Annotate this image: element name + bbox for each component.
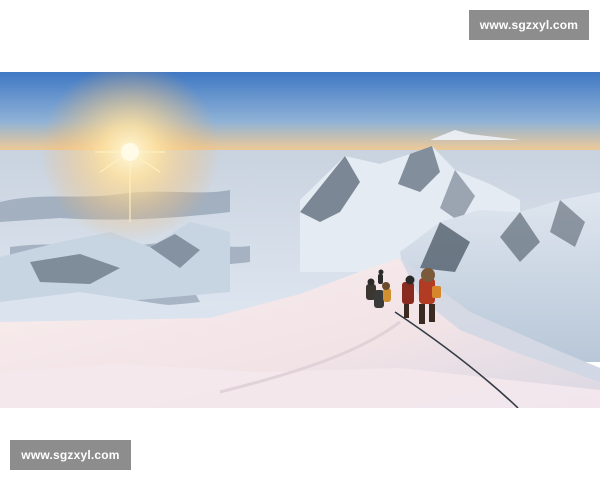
watermark-top: www.sgzxyl.com bbox=[469, 10, 589, 40]
mountain-sunrise-photo bbox=[0, 72, 600, 408]
watermark-bottom: www.sgzxyl.com bbox=[10, 440, 131, 470]
sun bbox=[121, 143, 139, 161]
